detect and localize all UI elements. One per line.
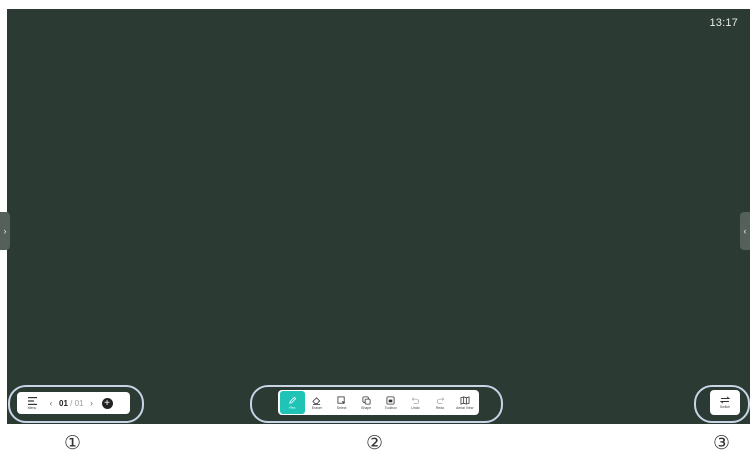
whiteboard-canvas[interactable]: 13:17: [7, 9, 750, 424]
tool-bar: Pen Eraser Select Shape Toolbox Undo Red…: [278, 390, 479, 415]
eraser-icon: [312, 396, 321, 405]
menu-icon: [27, 396, 37, 405]
tool-label: Pen: [289, 405, 296, 410]
undo-icon: [411, 397, 419, 404]
chevron-right-icon: ›: [3, 226, 7, 236]
page-separator: /: [70, 398, 73, 408]
toolbox-icon: [386, 395, 395, 405]
tool-label: Eraser: [311, 405, 323, 410]
prev-page-button[interactable]: ‹: [47, 398, 55, 408]
pen-tool-button[interactable]: Pen: [280, 391, 305, 414]
callout-number-3: ③: [713, 432, 731, 454]
tool-label: Toolbox: [384, 405, 397, 410]
toolbox-tool-button[interactable]: Toolbox: [379, 391, 404, 414]
undo-button[interactable]: Undo: [403, 391, 428, 414]
select-icon: [337, 395, 346, 404]
shape-icon: [362, 395, 371, 405]
chevron-left-icon: ‹: [743, 226, 747, 236]
aerial-view-icon: [460, 395, 470, 405]
callout-number-1: ①: [64, 432, 82, 454]
next-page-button[interactable]: ›: [88, 398, 96, 408]
current-page: 01: [59, 398, 68, 408]
tool-label: Select: [336, 405, 347, 410]
left-panel-expand-tab[interactable]: ›: [0, 212, 10, 250]
tool-label: Aerial View: [455, 405, 474, 410]
menu-button[interactable]: Menu: [23, 393, 41, 413]
switch-button[interactable]: Switch: [712, 392, 738, 414]
aerial-view-button[interactable]: Aerial View: [452, 391, 477, 414]
switch-icon: [720, 396, 730, 404]
add-page-button[interactable]: +: [101, 397, 113, 409]
shape-tool-button[interactable]: Shape: [354, 391, 379, 414]
tool-label: Undo: [411, 405, 420, 410]
switch-panel: Switch: [710, 390, 740, 415]
plus-icon: +: [104, 397, 110, 409]
callout-number-2: ②: [366, 432, 384, 454]
redo-icon: [436, 397, 444, 404]
clock: 13:17: [709, 17, 738, 29]
page-indicator: 01 / 01: [59, 399, 84, 408]
right-panel-expand-tab[interactable]: ‹: [740, 212, 750, 250]
switch-label: Switch: [719, 405, 731, 409]
redo-button[interactable]: Redo: [428, 391, 453, 414]
page-navigation-bar: Menu ‹ 01 / 01 › +: [17, 392, 130, 414]
tool-label: Redo: [435, 405, 445, 410]
pen-icon: [289, 396, 297, 404]
select-tool-button[interactable]: Select: [329, 391, 354, 414]
total-pages: 01: [74, 398, 84, 408]
menu-label: Menu: [27, 405, 37, 410]
eraser-tool-button[interactable]: Eraser: [305, 391, 330, 414]
tool-label: Shape: [361, 405, 372, 410]
